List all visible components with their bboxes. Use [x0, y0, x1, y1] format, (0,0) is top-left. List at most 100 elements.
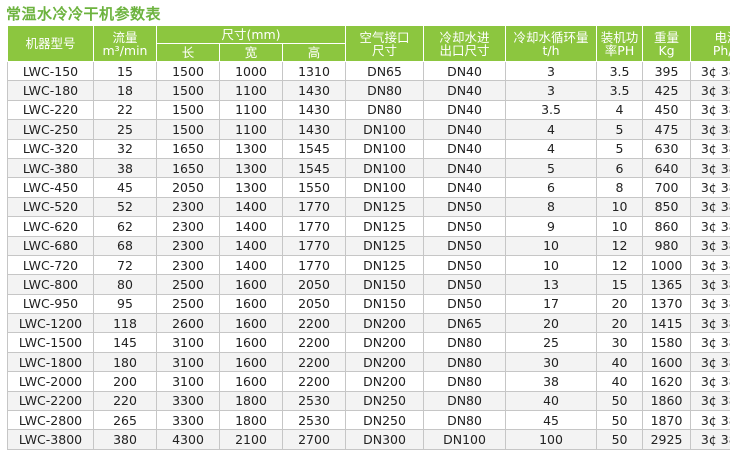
cell-water-flow: 3: [506, 62, 597, 81]
cell-flow: 72: [94, 255, 157, 274]
cell-model: LWC-2200: [8, 391, 94, 410]
cell-height: 1430: [283, 120, 346, 139]
cell-weight: 980: [643, 236, 691, 255]
cell-power: 20: [597, 294, 643, 313]
cell-air-port: DN250: [346, 391, 424, 410]
cell-flow: 95: [94, 294, 157, 313]
cell-length: 2600: [157, 314, 220, 333]
header-height: 高: [283, 44, 346, 62]
cell-weight: 1600: [643, 352, 691, 371]
cell-weight: 700: [643, 178, 691, 197]
cell-length: 1650: [157, 158, 220, 177]
cell-power: 50: [597, 411, 643, 430]
cell-height: 2200: [283, 352, 346, 371]
cell-power: 3.5: [597, 81, 643, 100]
cell-power: 50: [597, 391, 643, 410]
cell-height: 2050: [283, 275, 346, 294]
cell-weight: 1870: [643, 411, 691, 430]
cell-water-port: DN50: [424, 275, 506, 294]
cell-width: 2100: [220, 430, 283, 449]
cell-width: 1300: [220, 139, 283, 158]
header-size: 尺寸(mm): [157, 26, 346, 44]
cell-weight: 450: [643, 100, 691, 119]
cell-water-port: DN40: [424, 81, 506, 100]
cell-length: 3100: [157, 372, 220, 391]
cell-weight: 1860: [643, 391, 691, 410]
cell-flow: 118: [94, 314, 157, 333]
cell-power: 3.5: [597, 62, 643, 81]
cell-weight: 1620: [643, 372, 691, 391]
cell-water-port: DN65: [424, 314, 506, 333]
cell-supply: 3¢ 380V: [691, 81, 730, 100]
header-length: 长: [157, 44, 220, 62]
cell-model: LWC-720: [8, 255, 94, 274]
cell-weight: 1365: [643, 275, 691, 294]
cell-width: 1300: [220, 158, 283, 177]
cell-height: 1550: [283, 178, 346, 197]
cell-water-flow: 3.5: [506, 100, 597, 119]
cell-flow: 15: [94, 62, 157, 81]
table-row: LWC-2000200310016002200DN200DN8038401620…: [8, 372, 730, 391]
cell-power: 6: [597, 158, 643, 177]
cell-weight: 395: [643, 62, 691, 81]
cell-water-flow: 13: [506, 275, 597, 294]
cell-width: 1800: [220, 391, 283, 410]
cell-height: 2530: [283, 391, 346, 410]
header-air-port: 空气接口尺寸: [346, 26, 424, 62]
cell-model: LWC-380: [8, 158, 94, 177]
cell-width: 1600: [220, 294, 283, 313]
cell-supply: 3¢ 380V: [691, 217, 730, 236]
cell-supply: 3¢ 380V: [691, 275, 730, 294]
cell-model: LWC-450: [8, 178, 94, 197]
cell-height: 1770: [283, 255, 346, 274]
cell-model: LWC-2000: [8, 372, 94, 391]
cell-supply: 3¢ 380V: [691, 411, 730, 430]
cell-model: LWC-1200: [8, 314, 94, 333]
cell-supply: 3¢ 380V: [691, 333, 730, 352]
cell-power: 20: [597, 314, 643, 333]
cell-flow: 32: [94, 139, 157, 158]
cell-height: 2700: [283, 430, 346, 449]
cell-supply: 3¢ 380V: [691, 430, 730, 449]
cell-supply: 3¢ 380V: [691, 120, 730, 139]
cell-height: 1770: [283, 217, 346, 236]
table-row: LWC-95095250016002050DN150DN50172013703¢…: [8, 294, 730, 313]
cell-water-flow: 40: [506, 391, 597, 410]
cell-supply: 3¢ 380V: [691, 391, 730, 410]
cell-width: 1300: [220, 178, 283, 197]
page-title: 常温水冷冷干机参数表: [6, 3, 161, 25]
cell-water-port: DN50: [424, 255, 506, 274]
cell-flow: 25: [94, 120, 157, 139]
header-water-flow: 冷却水循环量t/h: [506, 26, 597, 62]
cell-height: 2200: [283, 372, 346, 391]
cell-air-port: DN80: [346, 100, 424, 119]
cell-air-port: DN250: [346, 411, 424, 430]
cell-water-flow: 9: [506, 217, 597, 236]
cell-flow: 52: [94, 197, 157, 216]
cell-flow: 380: [94, 430, 157, 449]
cell-flow: 68: [94, 236, 157, 255]
table-row: LWC-2200220330018002530DN250DN8040501860…: [8, 391, 730, 410]
cell-water-port: DN40: [424, 62, 506, 81]
cell-width: 1100: [220, 100, 283, 119]
cell-weight: 1370: [643, 294, 691, 313]
cell-length: 3100: [157, 352, 220, 371]
cell-water-port: DN40: [424, 158, 506, 177]
cell-weight: 850: [643, 197, 691, 216]
cell-width: 1600: [220, 333, 283, 352]
cell-height: 2200: [283, 333, 346, 352]
cell-flow: 220: [94, 391, 157, 410]
cell-height: 1545: [283, 139, 346, 158]
cell-air-port: DN100: [346, 178, 424, 197]
table-row: LWC-25025150011001430DN100DN40454753¢ 38…: [8, 120, 730, 139]
header-flow: 流量m³/min: [94, 26, 157, 62]
cell-weight: 630: [643, 139, 691, 158]
cell-length: 2300: [157, 197, 220, 216]
cell-model: LWC-150: [8, 62, 94, 81]
cell-water-flow: 4: [506, 120, 597, 139]
cell-width: 1100: [220, 120, 283, 139]
cell-supply: 3¢ 380V: [691, 352, 730, 371]
cell-air-port: DN300: [346, 430, 424, 449]
cell-flow: 145: [94, 333, 157, 352]
cell-power: 12: [597, 255, 643, 274]
